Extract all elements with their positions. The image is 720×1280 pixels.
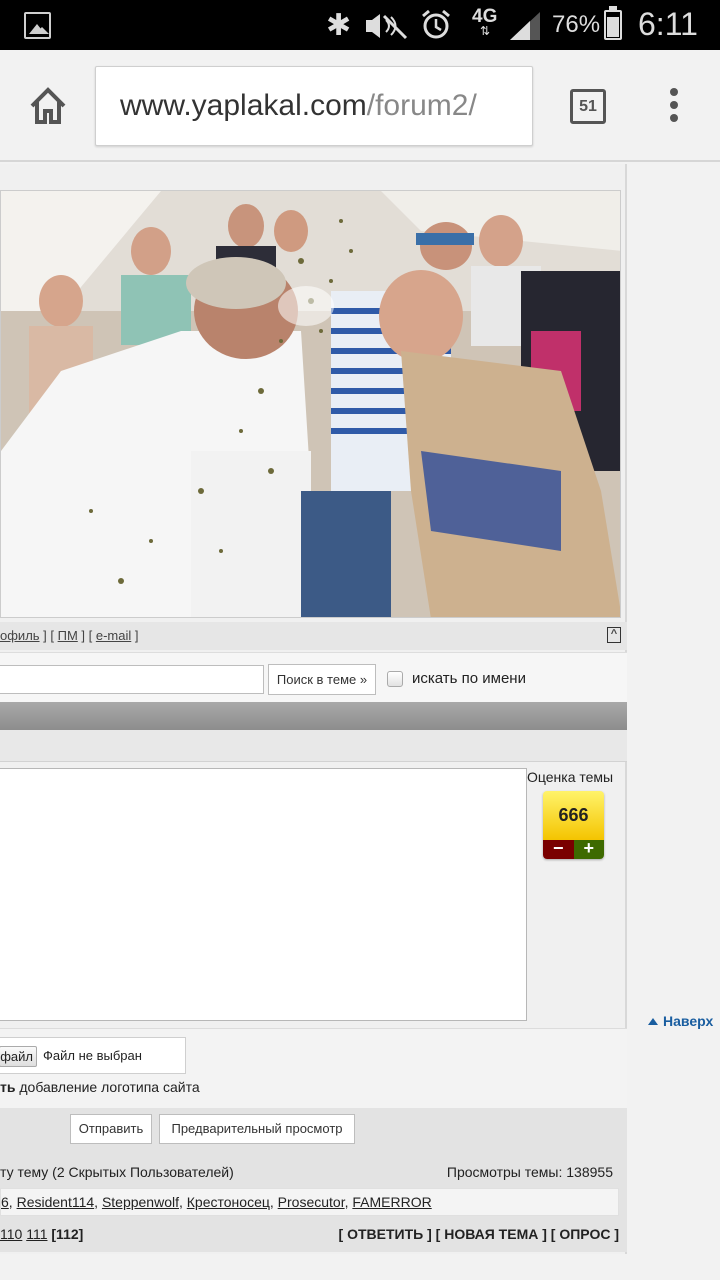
topic-search-row: Поиск в теме » искать по имени xyxy=(0,652,627,704)
browser-toolbar: www.yaplakal.com/forum2/ 51 xyxy=(0,50,720,162)
search-by-name-label: искать по имени xyxy=(412,670,526,687)
page-link[interactable]: 111 xyxy=(26,1226,47,1242)
readers-count: ту тему (2 Скрытых Пользователей) xyxy=(0,1164,234,1180)
user-link[interactable]: FAMERROR xyxy=(352,1194,431,1210)
pagination: 110 111 [112] xyxy=(0,1226,83,1242)
user-link[interactable]: Resident114 xyxy=(17,1194,95,1210)
url-path: /forum2/ xyxy=(366,89,477,122)
logo-option[interactable]: ть добавление логотипа сайта xyxy=(0,1079,200,1095)
user-link[interactable]: Prosecutor xyxy=(278,1194,345,1210)
post-links-bar: офиль ] [ ПМ ] [ e-mail ] ^ xyxy=(0,622,627,650)
rating-minus-button[interactable]: − xyxy=(543,839,574,859)
topic-search-input[interactable] xyxy=(0,665,264,694)
profile-link[interactable]: офиль xyxy=(0,628,40,643)
preview-button[interactable]: Предварительный просмотр xyxy=(159,1114,355,1144)
rating-plus-button[interactable]: + xyxy=(573,839,604,859)
search-by-name-checkbox[interactable] xyxy=(387,671,403,687)
address-bar[interactable]: www.yaplakal.com/forum2/ xyxy=(95,66,533,146)
arrow-up-icon xyxy=(648,1018,658,1025)
network-indicator: 4G ⇅ xyxy=(472,6,498,38)
topic-rating-widget: 666 − + xyxy=(543,791,604,859)
overflow-menu-icon[interactable] xyxy=(662,88,686,128)
user-link[interactable]: Крестоносец xyxy=(187,1194,270,1210)
submit-row: Отправить Предварительный просмотр xyxy=(0,1108,627,1152)
pm-link[interactable]: ПМ xyxy=(58,628,78,643)
user-link[interactable]: Steppenwolf xyxy=(102,1194,179,1210)
topic-search-button[interactable]: Поиск в теме » xyxy=(268,664,376,695)
choose-file-button[interactable]: файл xyxy=(0,1046,37,1067)
battery-percent: 76% xyxy=(552,11,601,38)
alarm-icon xyxy=(422,9,450,39)
right-gutter xyxy=(629,164,720,1280)
url-host: www.yaplakal.com xyxy=(120,89,367,122)
status-bar: ✱ 4G ⇅ 76% 6:11 xyxy=(0,0,720,50)
file-status: Файл не выбран xyxy=(43,1048,142,1063)
topic-actions[interactable]: [ ОТВЕТИТЬ ] [ НОВАЯ ТЕМА ] [ ОПРОС ] xyxy=(339,1226,619,1242)
readers-list: 6, Resident114, Steppenwolf, Крестоносец… xyxy=(0,1188,619,1216)
topic-rating-value: 666 xyxy=(543,791,604,840)
reply-header-bar xyxy=(0,702,627,730)
mute-icon xyxy=(366,14,408,40)
email-link[interactable]: e-mail xyxy=(96,628,131,643)
reply-subheader xyxy=(0,730,627,762)
tab-switcher-button[interactable]: 51 xyxy=(570,89,606,124)
topic-stats: ту тему (2 Скрытых Пользователей) Просмо… xyxy=(0,1152,627,1252)
signal-icon xyxy=(510,12,540,40)
send-button[interactable]: Отправить xyxy=(70,1114,152,1144)
scroll-top-icon[interactable]: ^ xyxy=(607,627,621,643)
page-link[interactable]: 110 xyxy=(0,1226,22,1242)
file-input[interactable]: файл Файл не выбран xyxy=(0,1037,186,1074)
back-to-top-link[interactable]: Наверх xyxy=(648,1013,713,1029)
reply-textarea[interactable] xyxy=(0,768,527,1021)
topic-rating-label: Оценка темы xyxy=(527,769,614,785)
user-link[interactable]: 6 xyxy=(1,1194,9,1210)
bluetooth-icon: ✱ xyxy=(326,8,352,43)
clock: 6:11 xyxy=(638,6,698,42)
file-upload-row: файл Файл не выбран ть добавление логоти… xyxy=(0,1028,627,1108)
home-icon[interactable] xyxy=(26,84,70,128)
forum-content: офиль ] [ ПМ ] [ e-mail ] ^ Поиск в теме… xyxy=(0,164,627,1254)
battery-icon xyxy=(604,6,622,40)
current-page: [112] xyxy=(51,1226,84,1242)
post-image xyxy=(0,190,621,618)
gallery-icon xyxy=(24,12,51,39)
views-count: Просмотры темы: 138955 xyxy=(446,1164,613,1180)
